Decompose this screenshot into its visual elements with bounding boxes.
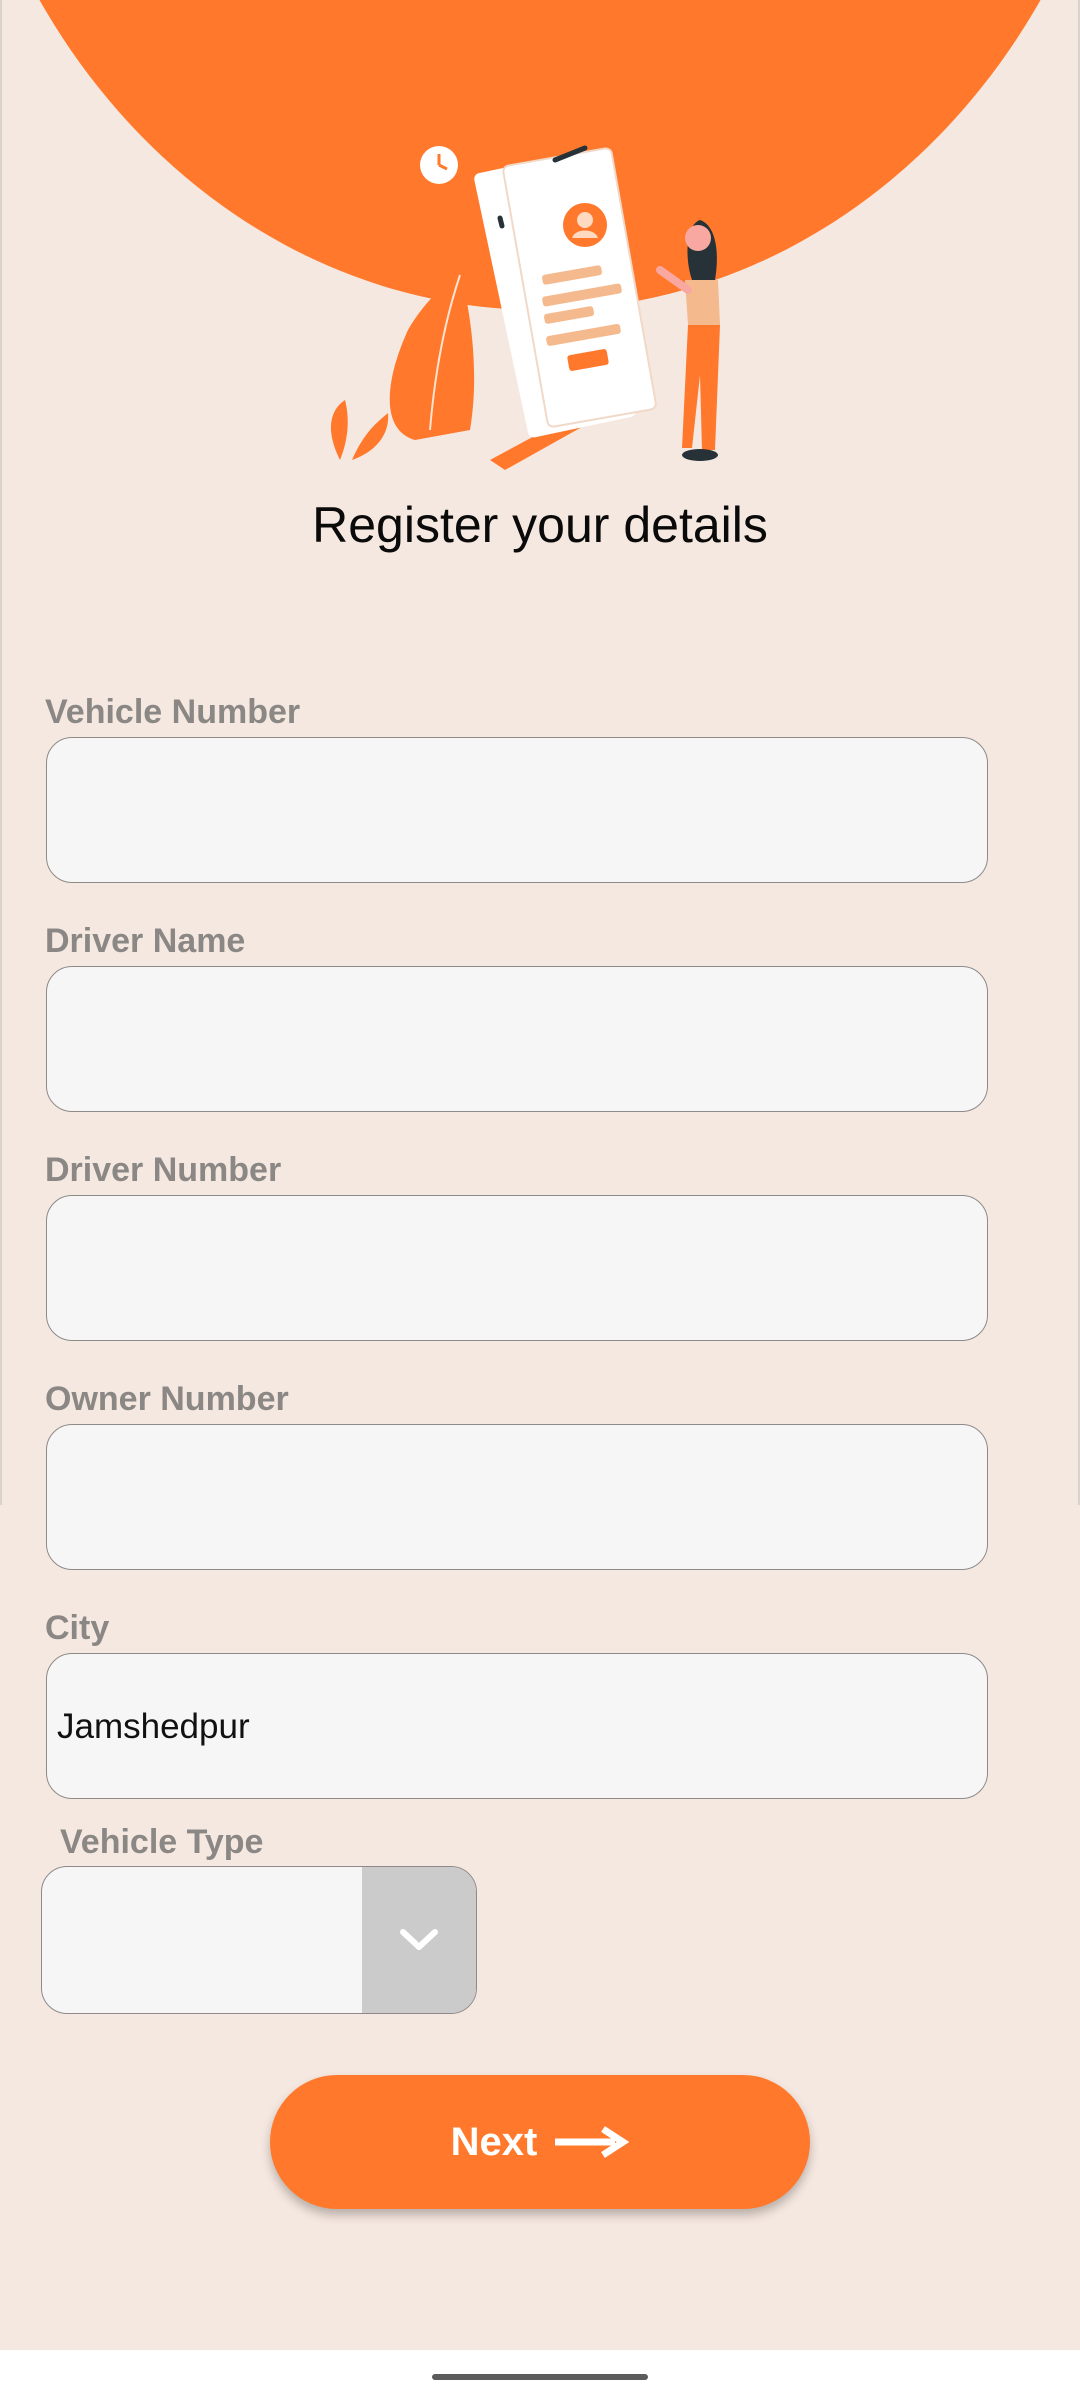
vehicle-type-label: Vehicle Type xyxy=(60,1823,264,1861)
page-title: Register your details xyxy=(312,497,768,553)
city-label: City xyxy=(45,1609,110,1647)
registration-illustration xyxy=(330,145,720,470)
chevron-down-icon xyxy=(400,1929,438,1950)
owner-number-label: Owner Number xyxy=(45,1380,289,1418)
next-button-label: Next xyxy=(450,2119,538,2164)
driver-name-input[interactable] xyxy=(46,966,988,1112)
app-screen: Register your details Vehicle Number Dri… xyxy=(0,0,1080,2350)
arrow-right-icon xyxy=(555,2126,630,2158)
gesture-nav-handle[interactable] xyxy=(432,2374,648,2380)
vehicle-type-dropdown[interactable] xyxy=(41,1866,477,2014)
driver-number-label: Driver Number xyxy=(45,1151,282,1189)
driver-name-label: Driver Name xyxy=(45,922,246,960)
vehicle-number-input[interactable] xyxy=(46,737,988,883)
owner-number-input[interactable] xyxy=(46,1424,988,1570)
driver-number-input[interactable] xyxy=(46,1195,988,1341)
left-edge-line xyxy=(0,0,2,1505)
city-input[interactable]: Jamshedpur xyxy=(46,1653,988,1799)
dropdown-toggle[interactable] xyxy=(362,1867,476,2013)
vehicle-number-label: Vehicle Number xyxy=(45,693,301,731)
next-button[interactable]: Next xyxy=(270,2075,810,2209)
